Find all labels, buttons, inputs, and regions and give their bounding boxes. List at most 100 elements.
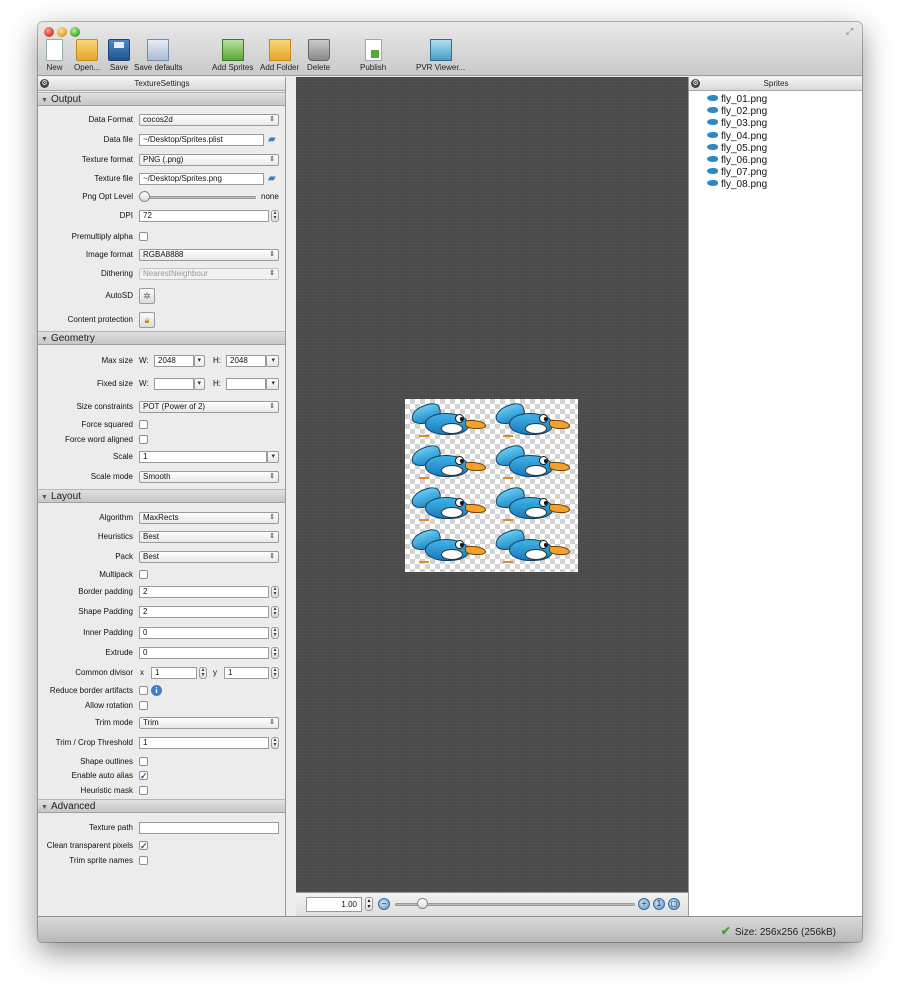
content-protection-button[interactable]: 🔒︎	[139, 312, 155, 328]
add-folder-button[interactable]: Add Folder	[260, 39, 299, 72]
fixed-height-dropdown[interactable]: ▾	[266, 378, 279, 390]
sprite-list-item[interactable]: fly_06.png	[707, 155, 767, 167]
extrude-stepper[interactable]: ▴▾	[271, 647, 279, 659]
zoom-fit-icon[interactable]: ◻	[668, 898, 680, 910]
border-padding-stepper[interactable]: ▴▾	[271, 586, 279, 598]
force-word-checkbox[interactable]	[139, 435, 148, 444]
section-advanced[interactable]: ▼Advanced	[38, 799, 286, 813]
sprite-list-item[interactable]: fly_02.png	[707, 106, 767, 118]
open-button[interactable]: Open...	[74, 39, 100, 72]
data-format-select[interactable]: cocos2d⇕	[139, 114, 279, 126]
dpi-field[interactable]: 72	[139, 210, 269, 222]
zoom-slider-knob[interactable]	[417, 898, 428, 909]
border-padding-field[interactable]: 2	[139, 586, 269, 598]
section-geometry[interactable]: ▼Geometry	[38, 331, 286, 345]
heuristic-mask-checkbox[interactable]	[139, 786, 148, 795]
inner-padding-stepper[interactable]: ▴▾	[271, 627, 279, 639]
add-sprites-button[interactable]: Add Sprites	[212, 39, 253, 72]
divisor-x-field[interactable]: 1	[151, 667, 197, 679]
zoom-out-icon[interactable]: −	[378, 898, 390, 910]
inner-padding-field[interactable]: 0	[139, 627, 269, 639]
scale-mode-select[interactable]: Smooth⇕	[139, 471, 279, 483]
trim-mode-select[interactable]: Trim⇕	[139, 717, 279, 729]
zoom-in-icon[interactable]: +	[638, 898, 650, 910]
pack-select[interactable]: Best⇕	[139, 551, 279, 563]
sprite-bird[interactable]	[491, 445, 571, 483]
fixed-height-field[interactable]	[226, 378, 266, 390]
sprite-bird[interactable]	[491, 403, 571, 441]
delete-button[interactable]: Delete	[307, 39, 330, 72]
new-button[interactable]: New	[46, 39, 63, 72]
size-constraints-select[interactable]: POT (Power of 2)⇕	[139, 401, 279, 413]
sprite-list-item[interactable]: fly_03.png	[707, 118, 767, 130]
zoom-field[interactable]: 1.00	[306, 897, 362, 912]
multipack-checkbox[interactable]	[139, 570, 148, 579]
data-file-field[interactable]: ~/Desktop/Sprites.plist	[139, 134, 264, 146]
shape-padding-field[interactable]: 2	[139, 606, 269, 618]
divisor-y-field[interactable]: 1	[224, 667, 269, 679]
divisor-x-stepper[interactable]: ▴▾	[199, 667, 207, 679]
section-output[interactable]: ▼Output	[38, 92, 286, 106]
save-defaults-button[interactable]: Save defaults	[134, 39, 182, 72]
close-window-button[interactable]	[44, 27, 54, 37]
sprite-bird[interactable]	[407, 403, 487, 441]
fixed-width-dropdown[interactable]: ▾	[194, 378, 205, 390]
max-height-field[interactable]: 2048	[226, 355, 266, 367]
publish-button[interactable]: Publish	[360, 39, 386, 72]
heuristics-select[interactable]: Best⇕	[139, 531, 279, 543]
image-format-select[interactable]: RGBA8888⇕	[139, 249, 279, 261]
fullscreen-icon[interactable]: ⤢	[846, 26, 856, 36]
section-layout[interactable]: ▼Layout	[38, 489, 286, 503]
max-width-field[interactable]: 2048	[154, 355, 194, 367]
sprite-bird[interactable]	[407, 445, 487, 483]
sprite-bird[interactable]	[491, 529, 571, 567]
sprite-bird[interactable]	[407, 529, 487, 567]
sprite-list-item[interactable]: fly_08.png	[707, 179, 767, 191]
info-icon[interactable]: i	[151, 685, 162, 696]
shape-outlines-checkbox[interactable]	[139, 757, 148, 766]
divisor-y-stepper[interactable]: ▴▾	[271, 667, 279, 679]
force-squared-checkbox[interactable]	[139, 420, 148, 429]
trim-threshold-field[interactable]: 1	[139, 737, 269, 749]
clean-transparent-checkbox[interactable]: ✓	[139, 841, 148, 850]
reduce-border-checkbox[interactable]	[139, 686, 148, 695]
max-width-dropdown[interactable]: ▾	[194, 355, 205, 367]
scale-dropdown[interactable]: ▾	[267, 451, 279, 463]
trim-names-checkbox[interactable]	[139, 856, 148, 865]
auto-alias-checkbox[interactable]: ✓	[139, 771, 148, 780]
sprite-list-item[interactable]: fly_04.png	[707, 131, 767, 143]
dithering-select[interactable]: NearestNeighbour⇕	[139, 268, 279, 280]
algorithm-select[interactable]: MaxRects⇕	[139, 512, 279, 524]
gear-icon[interactable]: ⚙	[691, 79, 700, 88]
allow-rotation-checkbox[interactable]	[139, 701, 148, 710]
sprite-list-item[interactable]: fly_05.png	[707, 143, 767, 155]
trim-threshold-stepper[interactable]: ▴▾	[271, 737, 279, 749]
texture-path-field[interactable]	[139, 822, 279, 834]
extrude-field[interactable]: 0	[139, 647, 269, 659]
sprite-sheet-preview[interactable]	[405, 399, 578, 572]
max-height-dropdown[interactable]: ▾	[266, 355, 279, 367]
texture-format-select[interactable]: PNG (.png)⇕	[139, 154, 279, 166]
sprite-sheet-canvas[interactable]	[296, 77, 688, 892]
zoom-actual-size-icon[interactable]: 1	[653, 898, 665, 910]
sprite-bird[interactable]	[407, 487, 487, 525]
fixed-width-field[interactable]	[154, 378, 194, 390]
browse-folder-icon[interactable]: ▰	[268, 134, 280, 145]
browse-folder-icon[interactable]: ▰	[268, 173, 280, 184]
png-opt-slider-knob[interactable]	[139, 191, 150, 202]
shape-padding-stepper[interactable]: ▴▾	[271, 606, 279, 618]
zoom-stepper[interactable]: ▴▾	[365, 897, 373, 911]
autosd-gear-button[interactable]: ✲	[139, 288, 155, 304]
pvr-viewer-button[interactable]: PVR Viewer...	[416, 39, 465, 72]
gear-icon[interactable]: ⚙	[40, 79, 49, 88]
save-button[interactable]: Save	[108, 39, 130, 72]
texture-file-field[interactable]: ~/Desktop/Sprites.png	[139, 173, 264, 185]
png-opt-slider-track[interactable]	[142, 196, 256, 199]
minimize-window-button[interactable]	[57, 27, 67, 37]
sprite-list-item[interactable]: fly_07.png	[707, 167, 767, 179]
sprite-list-item[interactable]: fly_01.png	[707, 94, 767, 106]
dpi-stepper[interactable]: ▴▾	[271, 210, 279, 222]
premultiply-checkbox[interactable]	[139, 232, 148, 241]
sprite-bird[interactable]	[491, 487, 571, 525]
zoom-slider-track[interactable]	[395, 903, 635, 906]
